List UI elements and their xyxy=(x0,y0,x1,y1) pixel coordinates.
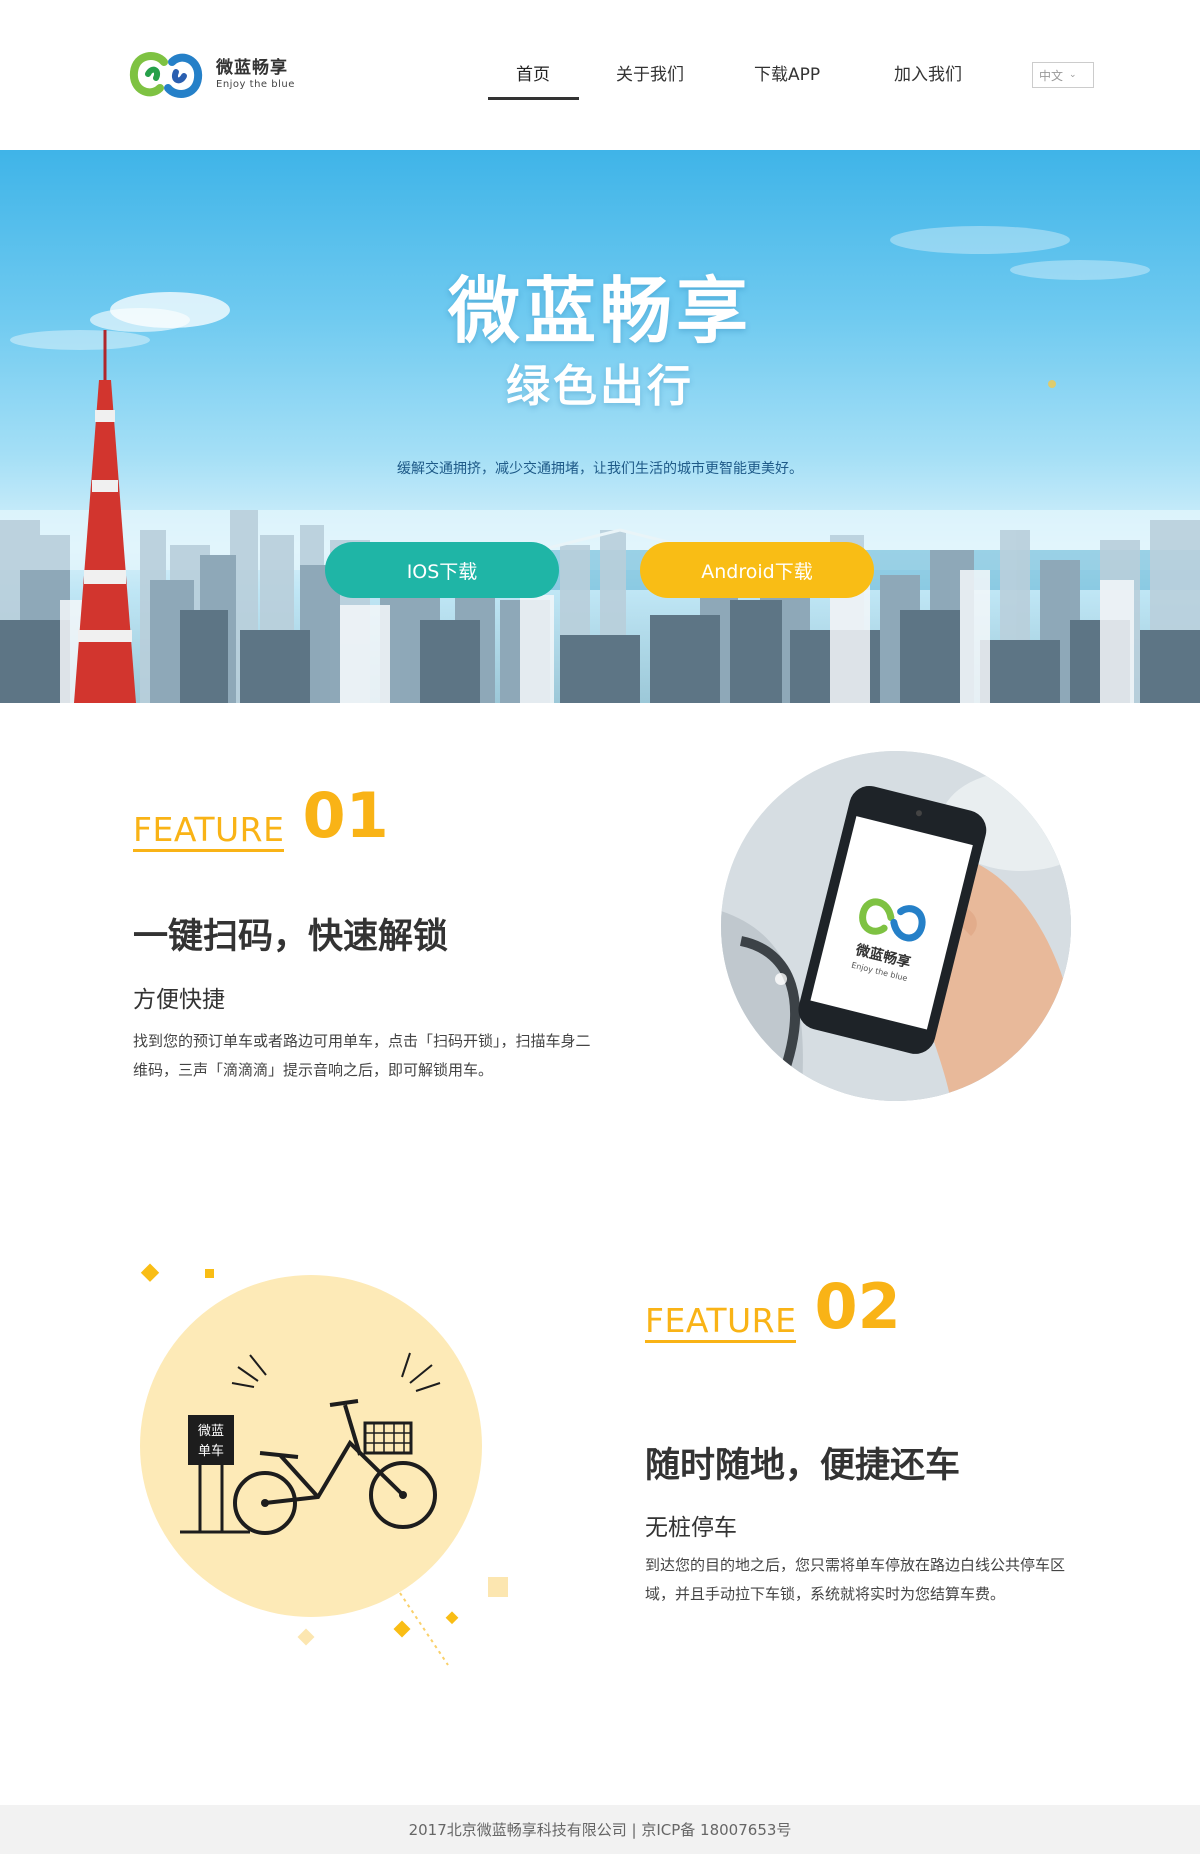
brand-tagline: Enjoy the blue xyxy=(216,79,295,90)
feature-01-title: 一键扫码，快速解锁 xyxy=(133,917,449,957)
hero-subtitle: 绿色出行 xyxy=(506,361,694,412)
ios-download-button[interactable]: IOS下载 xyxy=(325,542,559,598)
feature-word: FEATURE xyxy=(133,811,285,852)
phone-scan-image: 微蓝畅享 Enjoy the blue xyxy=(721,751,1071,1101)
feature-01-label: FEATURE 01 xyxy=(133,779,389,852)
site-header: 微蓝畅享 Enjoy the blue 首页 关于我们 下载APP 加入我们 中… xyxy=(0,0,1200,150)
nav-item-home[interactable]: 首页 xyxy=(516,60,550,85)
feature-02-description: 到达您的目的地之后，您只需将单车停放在路边白线公共停车区 域，并且手动拉下车锁，… xyxy=(645,1551,1105,1609)
sign-text-line2: 单车 xyxy=(198,1443,224,1459)
bike-illustration: 微蓝 单车 xyxy=(180,1352,441,1535)
nav-item-join[interactable]: 加入我们 xyxy=(894,60,962,85)
feature-02-description-line: 到达您的目的地之后，您只需将单车停放在路边白线公共停车区 xyxy=(645,1556,1066,1574)
brand-logo[interactable]: 微蓝畅享 Enjoy the blue xyxy=(126,48,295,102)
feature-02-title: 随时随地，便捷还车 xyxy=(645,1446,961,1486)
feature-01-description-line: 找到您的预订单车或者路边可用单车，点击「扫码开锁」，扫描车身二 xyxy=(133,1032,591,1050)
feature-number: 01 xyxy=(302,779,389,852)
feature-02-subtitle: 无桩停车 xyxy=(645,1515,737,1541)
feature-02-description-line: 域，并且手动拉下车锁，系统就将实时为您结算车费。 xyxy=(645,1585,1006,1603)
feature-01-subtitle: 方便快捷 xyxy=(133,987,225,1013)
feature-word: FEATURE xyxy=(645,1302,797,1343)
nav-active-underline xyxy=(488,97,579,100)
site-footer: 2017北京微蓝畅享科技有限公司 | 京ICP备 18007653号 xyxy=(0,1805,1200,1854)
language-select[interactable]: 中文 ⌄ xyxy=(1032,62,1094,88)
logo-icon xyxy=(129,52,203,98)
bike-parking-image: 微蓝 单车 xyxy=(140,1275,482,1617)
brand-name: 微蓝畅享 xyxy=(216,58,288,78)
hero-banner: 微蓝畅享 绿色出行 缓解交通拥挤，减少交通拥堵，让我们生活的城市更智能更美好。 … xyxy=(0,150,1200,703)
language-value: 中文 xyxy=(1039,68,1064,83)
nav-item-download-app[interactable]: 下载APP xyxy=(754,60,820,85)
chevron-down-icon: ⌄ xyxy=(1069,70,1077,80)
feature-01-description: 找到您的预订单车或者路边可用单车，点击「扫码开锁」，扫描车身二 维码，三声「滴滴… xyxy=(133,1027,663,1085)
footer-copyright: 2017北京微蓝畅享科技有限公司 | 京ICP备 18007653号 xyxy=(408,1821,792,1839)
android-download-button[interactable]: Android下载 xyxy=(640,542,874,598)
hero-title: 微蓝畅享 xyxy=(447,269,752,353)
hand-phone-illustration: 微蓝畅享 Enjoy the blue xyxy=(721,751,1071,1101)
hero-description: 缓解交通拥挤，减少交通拥堵，让我们生活的城市更智能更美好。 xyxy=(397,461,803,477)
sign-text-line1: 微蓝 xyxy=(198,1424,224,1439)
feature-01-description-line: 维码，三声「滴滴滴」提示音响之后，即可解锁用车。 xyxy=(133,1061,494,1079)
nav-item-about[interactable]: 关于我们 xyxy=(616,60,684,85)
feature-number: 02 xyxy=(814,1270,901,1343)
feature-02-label: FEATURE 02 xyxy=(645,1270,901,1343)
city-skyline-image xyxy=(0,226,1200,703)
